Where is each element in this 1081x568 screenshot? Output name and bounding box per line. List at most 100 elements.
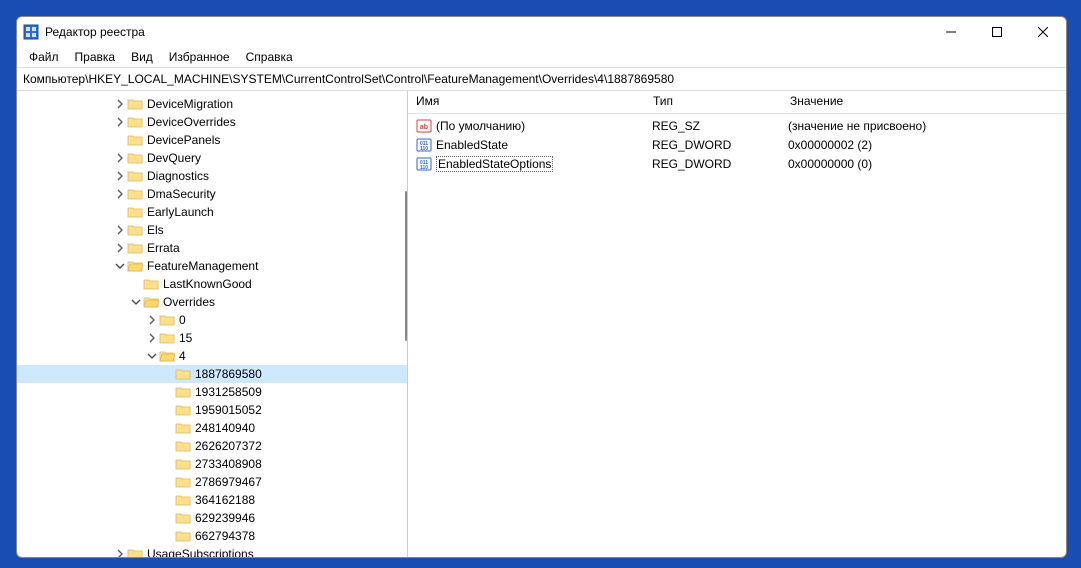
tree-item-label: DeviceOverrides (147, 115, 236, 129)
tree-item-label: 1931258509 (195, 385, 262, 399)
tree-item[interactable]: 2733408908 (17, 455, 407, 473)
chevron-right-icon[interactable] (145, 313, 159, 327)
value-name: EnabledState (436, 138, 508, 152)
tree-item[interactable]: 662794378 (17, 527, 407, 545)
svg-text:110: 110 (420, 165, 428, 171)
tree-item[interactable]: Els (17, 221, 407, 239)
folder-icon (175, 402, 191, 418)
address-bar[interactable]: Компьютер\HKEY_LOCAL_MACHINE\SYSTEM\Curr… (17, 67, 1066, 91)
chevron-right-icon[interactable] (145, 331, 159, 345)
chevron-right-icon[interactable] (113, 223, 127, 237)
chevron-right-icon[interactable] (113, 547, 127, 557)
menu-help[interactable]: Справка (238, 48, 301, 66)
chevron-right-icon[interactable] (113, 97, 127, 111)
menu-edit[interactable]: Правка (67, 48, 124, 66)
dword-value-icon: 011110 (416, 156, 432, 172)
tree-item[interactable]: Diagnostics (17, 167, 407, 185)
folder-icon (175, 528, 191, 544)
chevron-right-icon[interactable] (113, 187, 127, 201)
value-row[interactable]: 011110EnabledStateREG_DWORD0x00000002 (2… (408, 135, 1066, 154)
menu-file[interactable]: Файл (21, 48, 67, 66)
tree-item[interactable]: 4 (17, 347, 407, 365)
column-type[interactable]: Тип (645, 91, 782, 113)
tree-item[interactable]: 0 (17, 311, 407, 329)
tree-item-label: 2626207372 (195, 439, 262, 453)
tree-pane[interactable]: DeviceMigration DeviceOverrides DevicePane… (17, 91, 408, 557)
folder-icon (127, 96, 143, 112)
folder-icon (127, 150, 143, 166)
tree-item-label: UsageSubscriptions (147, 547, 254, 557)
tree-item[interactable]: Errata (17, 239, 407, 257)
value-name: EnabledStateOptions (436, 156, 553, 172)
tree-item[interactable]: Overrides (17, 293, 407, 311)
chevron-right-icon[interactable] (113, 151, 127, 165)
value-type: REG_DWORD (644, 138, 780, 152)
chevron-down-icon[interactable] (113, 259, 127, 273)
tree-item-label: 1959015052 (195, 403, 262, 417)
tree-item-label: 0 (179, 313, 186, 327)
folder-icon (127, 222, 143, 238)
tree-item[interactable]: FeatureManagement (17, 257, 407, 275)
tree-item-label: FeatureManagement (147, 259, 258, 273)
folder-icon (127, 132, 143, 148)
tree-item-label: 364162188 (195, 493, 255, 507)
tree-item[interactable]: DevQuery (17, 149, 407, 167)
tree-item[interactable]: UsageSubscriptions (17, 545, 407, 557)
registry-editor-window: Редактор реестра Файл Правка Вид Избранн… (16, 16, 1067, 558)
scrollbar-handle[interactable] (405, 191, 407, 341)
tree-item[interactable]: EarlyLaunch (17, 203, 407, 221)
value-row[interactable]: 011110EnabledStateOptions REG_DWORD0x0000… (408, 154, 1066, 173)
tree-item-label: Overrides (163, 295, 215, 309)
tree-item[interactable]: 1931258509 (17, 383, 407, 401)
folder-icon (175, 384, 191, 400)
minimize-button[interactable] (928, 17, 974, 47)
maximize-button[interactable] (974, 17, 1020, 47)
column-headers[interactable]: Имя Тип Значение (408, 91, 1066, 114)
tree-item[interactable]: 1959015052 (17, 401, 407, 419)
menu-favorites[interactable]: Избранное (161, 48, 238, 66)
window-controls (928, 17, 1066, 47)
svg-text:ab: ab (420, 124, 428, 131)
value-row[interactable]: ab(По умолчанию)REG_SZ(значение не присв… (408, 116, 1066, 135)
content-area: DeviceMigration DeviceOverrides DevicePane… (17, 91, 1066, 557)
tree-item[interactable]: DeviceOverrides (17, 113, 407, 131)
tree-item[interactable]: 248140940 (17, 419, 407, 437)
close-button[interactable] (1020, 17, 1066, 47)
tree-item[interactable]: 2786979467 (17, 473, 407, 491)
values-pane[interactable]: Имя Тип Значение ab(По умолчанию)REG_SZ(… (408, 91, 1066, 557)
tree-item[interactable]: DeviceMigration (17, 95, 407, 113)
tree-item-label: 629239946 (195, 511, 255, 525)
folder-icon (127, 204, 143, 220)
value-type: REG_SZ (644, 119, 780, 133)
tree-item-label: DmaSecurity (147, 187, 216, 201)
value-data: 0x00000000 (0) (780, 157, 1066, 171)
folder-icon (127, 546, 143, 557)
titlebar[interactable]: Редактор реестра (17, 17, 1066, 47)
tree-item[interactable]: 2626207372 (17, 437, 407, 455)
column-value[interactable]: Значение (782, 91, 1066, 113)
tree-item-label: DevicePanels (147, 133, 220, 147)
folder-icon (127, 168, 143, 184)
tree-item[interactable]: DevicePanels (17, 131, 407, 149)
tree-item-label: Els (147, 223, 164, 237)
tree-item[interactable]: LastKnownGood (17, 275, 407, 293)
chevron-down-icon[interactable] (145, 349, 159, 363)
tree-item-label: 2786979467 (195, 475, 262, 489)
chevron-right-icon[interactable] (113, 241, 127, 255)
chevron-right-icon[interactable] (113, 169, 127, 183)
tree-item[interactable]: 15 (17, 329, 407, 347)
folder-icon (175, 420, 191, 436)
tree-item-label: 4 (179, 349, 186, 363)
menu-view[interactable]: Вид (123, 48, 161, 66)
tree-item-label: 1887869580 (195, 367, 262, 381)
value-type: REG_DWORD (644, 157, 780, 171)
folder-icon (175, 492, 191, 508)
folder-icon (175, 456, 191, 472)
tree-item[interactable]: DmaSecurity (17, 185, 407, 203)
column-name[interactable]: Имя (408, 91, 645, 113)
chevron-down-icon[interactable] (129, 295, 143, 309)
tree-item[interactable]: 1887869580 (17, 365, 407, 383)
tree-item[interactable]: 629239946 (17, 509, 407, 527)
chevron-right-icon[interactable] (113, 115, 127, 129)
tree-item[interactable]: 364162188 (17, 491, 407, 509)
